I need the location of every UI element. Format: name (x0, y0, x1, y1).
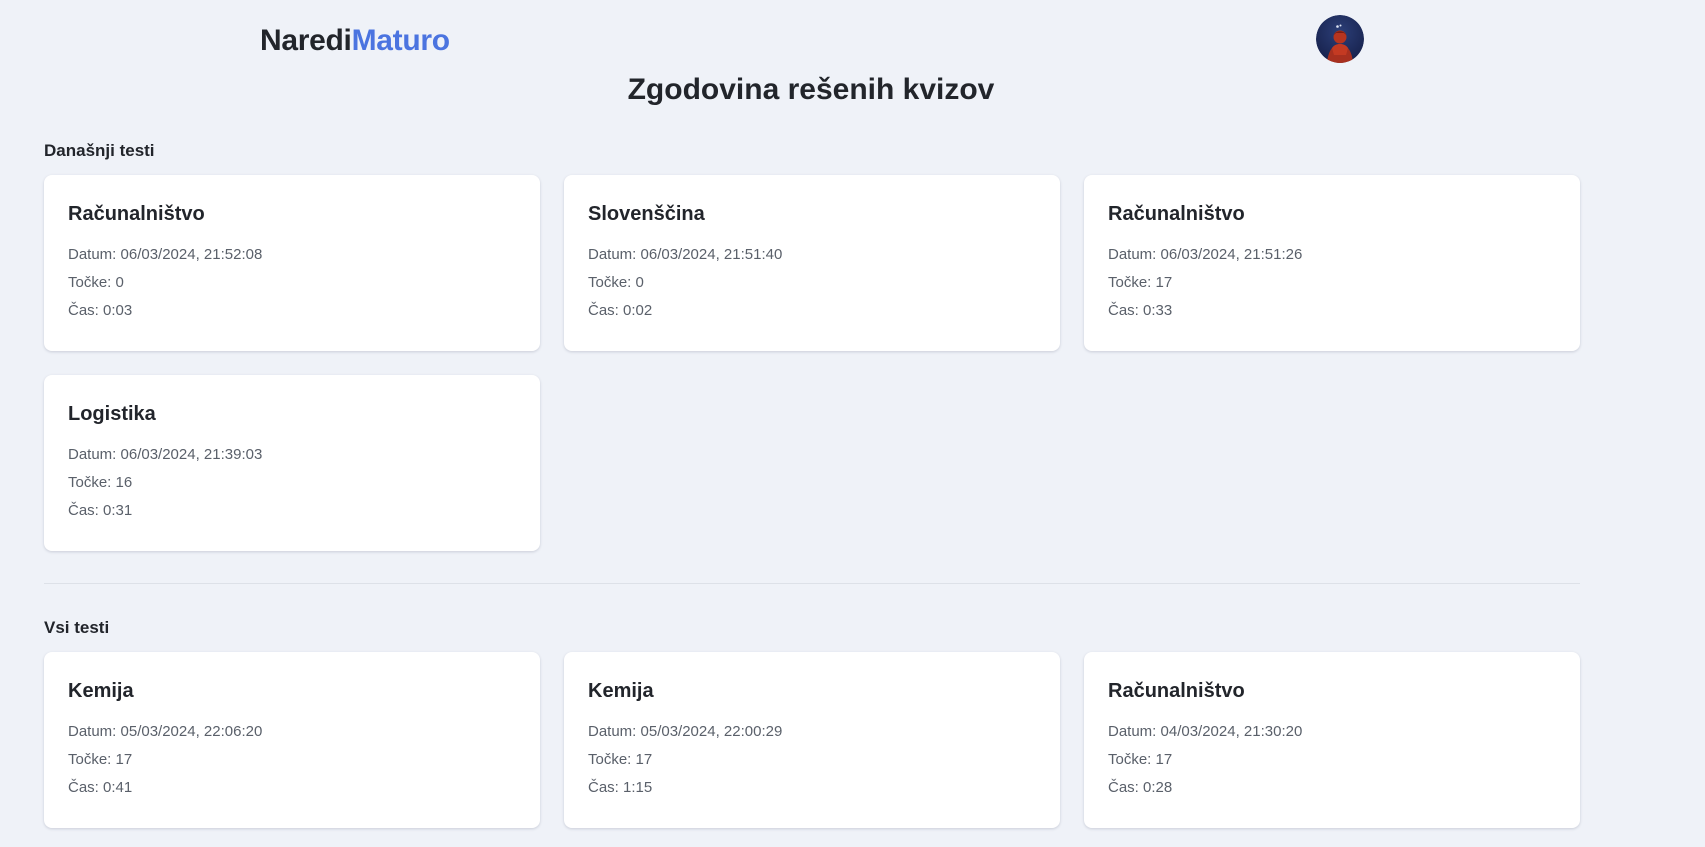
quiz-time: Čas: 0:41 (68, 774, 516, 802)
quiz-time-label: Čas: (68, 302, 104, 319)
quiz-time-value: 0:41 (103, 779, 133, 796)
quiz-date: Datum: 05/03/2024, 22:00:29 (588, 718, 1036, 746)
quiz-time: Čas: 0:28 (1108, 774, 1556, 802)
quiz-points-label: Točke: (68, 274, 116, 291)
today-quiz-grid: Računalništvo Datum: 06/03/2024, 21:52:0… (44, 175, 1580, 551)
quiz-points-label: Točke: (1108, 751, 1156, 768)
quiz-points-value: 0 (115, 274, 124, 291)
quiz-card[interactable]: Kemija Datum: 05/03/2024, 22:00:29 Točke… (564, 652, 1060, 828)
quiz-subject: Računalništvo (68, 203, 205, 225)
app-header: NarediMaturo (0, 0, 1705, 80)
quiz-points: Točke: 0 (588, 269, 1036, 297)
quiz-date-value: 05/03/2024, 22:06:20 (120, 723, 263, 740)
quiz-points-label: Točke: (588, 751, 636, 768)
quiz-time-label: Čas: (68, 502, 104, 519)
quiz-time-value: 0:03 (103, 302, 133, 319)
quiz-points: Točke: 17 (1108, 269, 1556, 297)
quiz-card[interactable]: Kemija Datum: 05/03/2024, 22:06:20 Točke… (44, 652, 540, 828)
quiz-time-value: 0:33 (1143, 302, 1173, 319)
quiz-date: Datum: 04/03/2024, 21:30:20 (1108, 718, 1556, 746)
quiz-subject: Logistika (68, 403, 156, 425)
quiz-date-label: Datum: (588, 246, 641, 263)
quiz-points: Točke: 16 (68, 469, 516, 497)
quiz-subject: Kemija (588, 680, 654, 702)
quiz-date-value: 06/03/2024, 21:39:03 (120, 446, 263, 463)
quiz-card[interactable]: Računalništvo Datum: 04/03/2024, 21:30:2… (1084, 652, 1580, 828)
quiz-points: Točke: 17 (588, 746, 1036, 774)
quiz-date: Datum: 06/03/2024, 21:51:40 (588, 241, 1036, 269)
quiz-points-value: 17 (1155, 751, 1173, 768)
quiz-points-value: 17 (635, 751, 653, 768)
quiz-time: Čas: 1:15 (588, 774, 1036, 802)
quiz-time-label: Čas: (588, 302, 624, 319)
quiz-points-label: Točke: (68, 474, 116, 491)
quiz-date: Datum: 06/03/2024, 21:52:08 (68, 241, 516, 269)
quiz-subject: Računalništvo (1108, 680, 1245, 702)
quiz-date: Datum: 05/03/2024, 22:06:20 (68, 718, 516, 746)
quiz-time: Čas: 0:31 (68, 497, 516, 525)
quiz-date-value: 05/03/2024, 22:00:29 (640, 723, 783, 740)
quiz-points: Točke: 17 (1108, 746, 1556, 774)
all-quiz-grid: Kemija Datum: 05/03/2024, 22:06:20 Točke… (44, 652, 1580, 828)
quiz-date-label: Datum: (1108, 246, 1161, 263)
quiz-date-label: Datum: (588, 723, 641, 740)
quiz-time: Čas: 0:33 (1108, 297, 1556, 325)
quiz-points-value: 16 (115, 474, 133, 491)
quiz-date-value: 04/03/2024, 21:30:20 (1160, 723, 1303, 740)
quiz-time: Čas: 0:02 (588, 297, 1036, 325)
section-title-all: Vsi testi (44, 618, 110, 637)
quiz-time-value: 0:28 (1143, 779, 1173, 796)
quiz-points: Točke: 0 (68, 269, 516, 297)
quiz-time-label: Čas: (68, 779, 104, 796)
quiz-time-label: Čas: (1108, 779, 1144, 796)
quiz-date: Datum: 06/03/2024, 21:51:26 (1108, 241, 1556, 269)
quiz-date-label: Datum: (68, 446, 121, 463)
quiz-time-label: Čas: (1108, 302, 1144, 319)
brand-name-part1: Naredi (260, 24, 352, 57)
quiz-points-value: 17 (115, 751, 133, 768)
quiz-points: Točke: 17 (68, 746, 516, 774)
quiz-subject: Kemija (68, 680, 134, 702)
quiz-points-label: Točke: (68, 751, 116, 768)
quiz-card[interactable]: Računalništvo Datum: 06/03/2024, 21:51:2… (1084, 175, 1580, 351)
quiz-points-label: Točke: (588, 274, 636, 291)
page-title: Zgodovina rešenih kvizov (627, 73, 995, 106)
quiz-date-value: 06/03/2024, 21:51:26 (1160, 246, 1303, 263)
quiz-date: Datum: 06/03/2024, 21:39:03 (68, 441, 516, 469)
quiz-date-value: 06/03/2024, 21:51:40 (640, 246, 783, 263)
quiz-points-label: Točke: (1108, 274, 1156, 291)
brand-name-part2: Maturo (351, 24, 451, 57)
quiz-subject: Slovenščina (588, 203, 705, 225)
section-title-today: Današnji testi (44, 141, 155, 160)
quiz-date-label: Datum: (1108, 723, 1161, 740)
brand-logo[interactable]: NarediMaturo (260, 22, 450, 60)
quiz-points-value: 17 (1155, 274, 1173, 291)
quiz-time-value: 0:31 (103, 502, 133, 519)
quiz-subject: Računalništvo (1108, 203, 1245, 225)
quiz-time: Čas: 0:03 (68, 297, 516, 325)
quiz-time-label: Čas: (588, 779, 624, 796)
quiz-points-value: 0 (635, 274, 644, 291)
quiz-card[interactable]: Slovenščina Datum: 06/03/2024, 21:51:40 … (564, 175, 1060, 351)
section-divider (44, 583, 1580, 584)
quiz-date-value: 06/03/2024, 21:52:08 (120, 246, 263, 263)
user-avatar[interactable] (1316, 15, 1364, 63)
quiz-card[interactable]: Logistika Datum: 06/03/2024, 21:39:03 To… (44, 375, 540, 551)
quiz-date-label: Datum: (68, 723, 121, 740)
quiz-time-value: 1:15 (623, 779, 653, 796)
quiz-date-label: Datum: (68, 246, 121, 263)
quiz-card[interactable]: Računalništvo Datum: 06/03/2024, 21:52:0… (44, 175, 540, 351)
quiz-time-value: 0:02 (623, 302, 653, 319)
